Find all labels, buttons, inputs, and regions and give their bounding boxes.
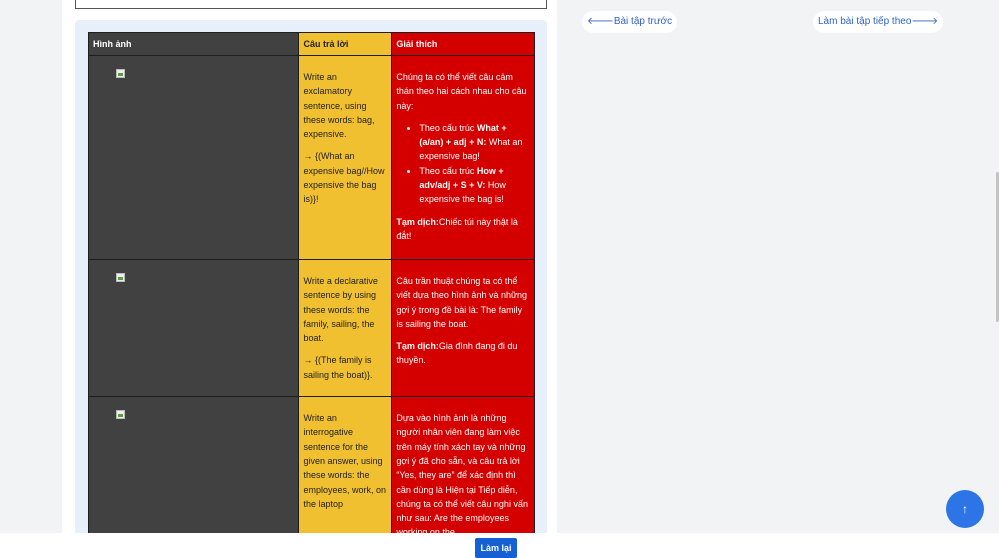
answer-cell: Write a declarative sentence by using th… [298,258,393,398]
header-explanation: Giải thích [391,32,535,56]
retry-button[interactable]: Làm lại [475,538,517,558]
table-row: Write an exclamatory sentence, using the… [87,55,535,260]
previous-exercise-link[interactable]: 🡐Bài tập trước [582,11,678,33]
header-answer: Câu trả lời [298,32,393,56]
scroll-to-top-button[interactable]: ↑ [946,490,984,528]
translation: Tạm dịch:Gia đình đang đi du thuyền. [396,339,530,368]
arrow-up-icon: ↑ [962,502,968,516]
list-item-text: Theo cấu trúc [419,122,477,133]
answer-cell: Write an exclamatory sentence, using the… [298,55,393,260]
translation-label: Tạm dịch: [396,216,439,227]
broken-image-icon [116,273,125,282]
answer-question: Write an interrogative sentence for the … [303,413,387,509]
list-item: Theo cấu trúc How + adv/adj + S + V: How… [419,164,530,207]
answer-question: Write a declarative sentence by using th… [303,276,378,344]
answer-question: Write an exclamatory sentence, using the… [303,72,375,140]
explanation-intro: Dựa vào hình ảnh là những người nhân viê… [396,413,528,537]
solution-table: Hình ảnh Câu trả lời Giải thích Write an… [87,32,535,558]
translation-label: Tạm dịch: [396,341,439,352]
list-item: Theo cấu trúc What + (a/an) + adj + N: W… [419,121,530,164]
broken-image-icon [116,410,125,420]
explanation-cell: Chúng ta có thể viết câu cảm thán theo h… [391,55,535,260]
explanation-list: Theo cấu trúc What + (a/an) + adj + N: W… [396,121,530,207]
table-header-row: Hình ảnh Câu trả lời Giải thích [87,32,535,56]
translation: Tạm dịch:Chiếc túi này thật là đắt! [396,215,530,244]
image-cell [87,55,300,260]
explanation-intro: Câu trần thuật chúng ta có thể viết dựa … [396,276,528,329]
image-cell [87,258,300,398]
table-row: Write a declarative sentence by using th… [87,258,535,398]
next-exercise-link[interactable]: Làm bài tập tiếp theo🡒 [813,11,944,33]
broken-image-icon [116,69,125,78]
answer-input-box[interactable] [75,0,547,9]
answer-key: → {(The family is sailing the boat)}. [303,355,373,380]
explanation-cell: Câu trần thuật chúng ta có thể viết dựa … [391,258,535,398]
explanation-intro: Chúng ta có thể viết câu cảm thán theo h… [396,72,527,111]
answer-key: → {(What an expensive bag//How expensive… [303,151,385,205]
list-item-text: Theo cấu trúc [419,165,477,176]
header-image: Hình ảnh [87,32,300,56]
